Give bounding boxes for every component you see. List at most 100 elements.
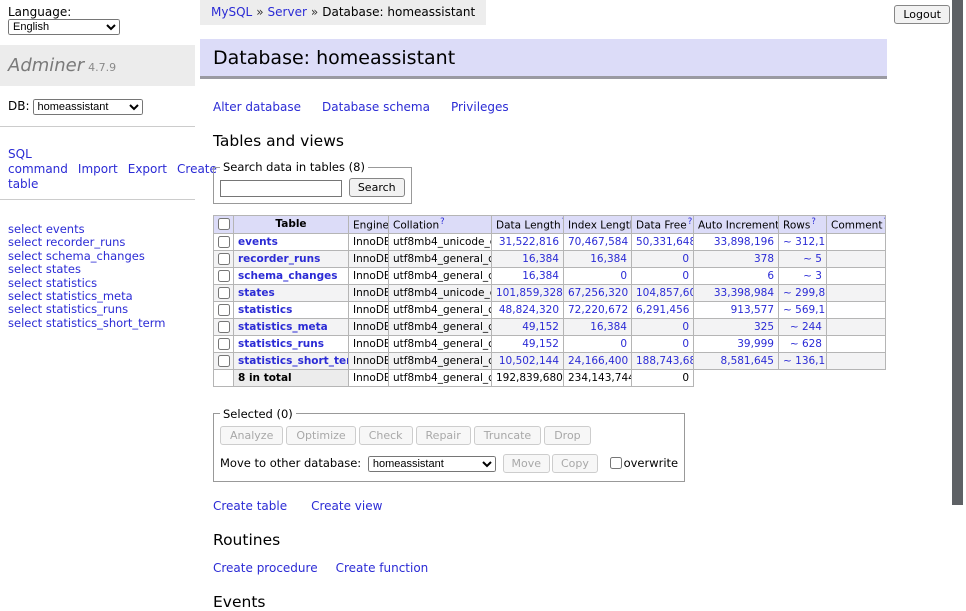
index-length-link[interactable]: 16,384: [590, 253, 627, 265]
auto-increment-link[interactable]: 378: [754, 253, 774, 265]
breadcrumb-server-link[interactable]: Server: [268, 5, 307, 19]
data-length-link[interactable]: 49,152: [522, 338, 559, 350]
rows-link[interactable]: ~ 3: [803, 270, 822, 282]
row-checkbox[interactable]: [218, 236, 230, 248]
row-checkbox[interactable]: [218, 270, 230, 282]
selected-action-button[interactable]: Drop: [544, 426, 590, 445]
auto-increment-link[interactable]: 33,398,984: [714, 287, 774, 299]
column-help-link[interactable]: ?: [688, 217, 693, 227]
selected-action-button[interactable]: Optimize: [286, 426, 355, 445]
selected-action-button[interactable]: Analyze: [220, 426, 283, 445]
comment-cell: [827, 301, 886, 318]
data-length-link[interactable]: 31,522,816: [499, 236, 559, 248]
row-checkbox[interactable]: [218, 355, 230, 367]
database-action-link[interactable]: Alter database: [213, 100, 301, 114]
vertical-scrollbar[interactable]: [952, 0, 963, 543]
index-length-link[interactable]: 70,467,584: [568, 236, 628, 248]
data-length-link[interactable]: 16,384: [522, 253, 559, 265]
auto-increment-link[interactable]: 8,581,645: [721, 355, 774, 367]
sidebar-select-link[interactable]: select statistics_short_term: [8, 317, 187, 330]
data-length-link[interactable]: 101,859,328: [496, 287, 563, 299]
data-free-link[interactable]: 0: [682, 321, 689, 333]
data-length-link[interactable]: 48,824,320: [499, 304, 559, 316]
rows-link[interactable]: ~ 244: [790, 321, 822, 333]
selected-action-button[interactable]: Truncate: [474, 426, 541, 445]
sidebar-action-link[interactable]: SQL command: [8, 147, 68, 176]
column-help-link[interactable]: ?: [440, 217, 445, 227]
auto-increment-link[interactable]: 6: [767, 270, 774, 282]
move-button[interactable]: Copy: [552, 454, 598, 473]
row-checkbox[interactable]: [218, 253, 230, 265]
table-name-link[interactable]: statistics: [238, 304, 292, 316]
data-free-link[interactable]: 6,291,456: [636, 304, 689, 316]
select-all-checkbox[interactable]: [218, 218, 230, 230]
auto-increment-link[interactable]: 913,577: [731, 304, 774, 316]
table-name-link[interactable]: statistics_short_term: [238, 355, 349, 367]
sidebar-action-link[interactable]: Import: [78, 162, 118, 176]
sidebar-select-link[interactable]: select statistics: [8, 277, 187, 290]
index-length-link[interactable]: 67,256,320: [568, 287, 628, 299]
language-select[interactable]: English: [8, 19, 120, 35]
auto-increment-link[interactable]: 325: [754, 321, 774, 333]
table-name-link[interactable]: recorder_runs: [238, 253, 320, 265]
column-help-link[interactable]: ?: [811, 217, 816, 227]
sidebar-select-link[interactable]: select schema_changes: [8, 250, 187, 263]
search-button[interactable]: Search: [349, 178, 405, 197]
auto-increment-link[interactable]: 39,999: [737, 338, 774, 350]
data-free-link[interactable]: 188,743,680: [636, 355, 694, 367]
create-link[interactable]: Create view: [311, 499, 382, 513]
table-name-link[interactable]: statistics_runs: [238, 338, 324, 350]
rows-link[interactable]: ~ 628: [790, 338, 822, 350]
rows-link[interactable]: ~ 5: [803, 253, 822, 265]
routine-create-link[interactable]: Create procedure: [213, 561, 318, 575]
sidebar-select-link[interactable]: select events: [8, 223, 187, 236]
row-checkbox[interactable]: [218, 287, 230, 299]
rows-link[interactable]: ~ 136,108: [783, 355, 827, 367]
move-db-select[interactable]: homeassistant: [368, 456, 496, 472]
database-action-link[interactable]: Privileges: [451, 100, 509, 114]
column-help-link[interactable]: ?: [883, 217, 885, 227]
index-length-link[interactable]: 16,384: [590, 321, 627, 333]
auto-increment-link[interactable]: 33,898,196: [714, 236, 774, 248]
database-action-link[interactable]: Database schema: [322, 100, 430, 114]
move-button[interactable]: Move: [503, 454, 551, 473]
create-link[interactable]: Create table: [213, 499, 287, 513]
data-length-link[interactable]: 49,152: [522, 321, 559, 333]
data-length-link[interactable]: 16,384: [522, 270, 559, 282]
table-name-link[interactable]: statistics_meta: [238, 321, 328, 333]
data-free-link[interactable]: 50,331,648: [636, 236, 694, 248]
data-free-link[interactable]: 0: [682, 338, 689, 350]
overwrite-checkbox[interactable]: [610, 457, 622, 469]
sidebar-select-link[interactable]: select statistics_runs: [8, 303, 187, 316]
sidebar-action-link[interactable]: Export: [128, 162, 167, 176]
table-name-link[interactable]: schema_changes: [238, 270, 338, 282]
data-free-link[interactable]: 0: [682, 270, 689, 282]
index-length-link[interactable]: 24,166,400: [568, 355, 628, 367]
rows-link[interactable]: ~ 312,180: [783, 236, 827, 248]
sidebar-select-link[interactable]: select states: [8, 263, 187, 276]
index-length-link[interactable]: 0: [620, 338, 627, 350]
row-checkbox[interactable]: [218, 304, 230, 316]
data-free-link[interactable]: 104,857,600: [636, 287, 694, 299]
db-select[interactable]: homeassistant: [33, 99, 143, 115]
row-checkbox[interactable]: [218, 321, 230, 333]
row-checkbox[interactable]: [218, 338, 230, 350]
data-length-link[interactable]: 10,502,144: [499, 355, 559, 367]
selected-action-button[interactable]: Check: [359, 426, 413, 445]
breadcrumb-mysql-link[interactable]: MySQL: [211, 5, 252, 19]
routine-create-link[interactable]: Create function: [336, 561, 429, 575]
sidebar-select-link[interactable]: select recorder_runs: [8, 236, 187, 249]
table-name-link[interactable]: states: [238, 287, 275, 299]
rows-link[interactable]: ~ 569,159: [783, 304, 827, 316]
scrollbar-thumb[interactable]: [952, 0, 963, 505]
table-name-link[interactable]: events: [238, 236, 278, 248]
rows-link[interactable]: ~ 299,833: [783, 287, 827, 299]
data-free-link[interactable]: 0: [682, 253, 689, 265]
index-length-link[interactable]: 0: [620, 270, 627, 282]
index-length-link[interactable]: 72,220,672: [568, 304, 628, 316]
logout-button[interactable]: Logout: [894, 5, 950, 24]
comment-cell: [827, 284, 886, 301]
search-input[interactable]: [220, 180, 342, 197]
sidebar-select-link[interactable]: select statistics_meta: [8, 290, 187, 303]
selected-action-button[interactable]: Repair: [416, 426, 471, 445]
